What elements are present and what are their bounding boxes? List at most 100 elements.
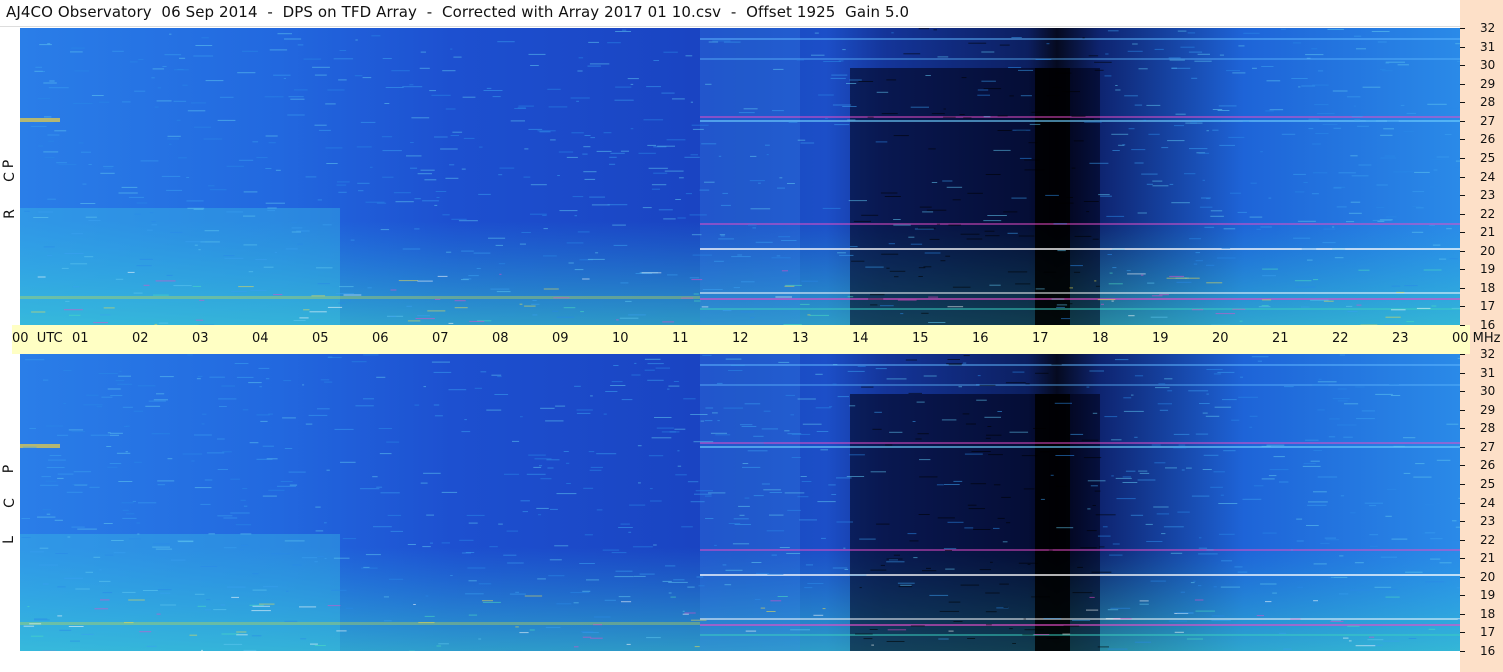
mhz-tick: 22 — [1460, 207, 1500, 221]
spectrogram-speckle — [425, 595, 429, 597]
spectrogram-speckle — [590, 466, 603, 468]
spectrogram-speckle — [1412, 206, 1421, 208]
mhz-tick-label: 30 — [1480, 58, 1496, 73]
utc-tick-label: 12 — [732, 331, 749, 346]
spectrogram-speckle — [1415, 207, 1424, 209]
spectrogram-speckle — [1206, 393, 1209, 395]
spectrogram-speckle — [71, 47, 85, 49]
spectrogram-speckle — [1143, 119, 1147, 121]
spectrogram-speckle — [468, 522, 478, 524]
spectrogram-speckle — [331, 589, 347, 591]
spectrogram-speckle — [1424, 532, 1436, 534]
spectrogram-speckle — [56, 162, 67, 164]
spectrogram-speckle — [25, 359, 45, 361]
spectrogram-speckle — [94, 608, 109, 610]
spectrogram-speckle — [766, 154, 769, 156]
spectrogram-speckle — [986, 434, 1002, 436]
spectrogram-speckle — [1191, 309, 1204, 311]
spectrogram-speckle — [1379, 69, 1386, 71]
utc-tick-label: 22 — [1332, 331, 1349, 346]
spectrogram-speckle — [1317, 113, 1335, 115]
spectrogram-speckle — [1105, 53, 1109, 55]
spectrogram-speckle — [161, 175, 181, 177]
tick-mark — [1460, 409, 1465, 411]
spectrogram-speckle — [1070, 433, 1084, 435]
spectrogram-speckle — [137, 533, 140, 535]
spectrogram-speckle — [1150, 316, 1168, 318]
mhz-tick: 17 — [1460, 299, 1500, 313]
spectrogram-speckle — [532, 314, 538, 316]
spectrogram-speckle — [797, 398, 816, 400]
spectrogram-speckle — [230, 478, 240, 480]
spectrogram-speckle — [769, 514, 784, 516]
spectrogram-speckle — [99, 569, 102, 571]
spectrogram-speckle — [728, 523, 741, 524]
spectrogram-speckle — [1434, 159, 1443, 161]
spectrogram-speckle — [1034, 634, 1050, 635]
spectrogram-speckle — [464, 419, 467, 421]
spectrogram-speckle — [1439, 562, 1452, 564]
spectrogram-speckle — [49, 80, 55, 82]
spectrogram-speckle — [613, 365, 619, 366]
interference-line — [700, 223, 1460, 225]
spectrogram-speckle — [987, 426, 992, 427]
spectrogram-speckle — [912, 421, 916, 422]
spectrogram-speckle — [1344, 403, 1359, 405]
spectrogram-speckle — [280, 481, 293, 482]
spectrogram-speckle — [1358, 164, 1372, 166]
spectrogram-speckle — [273, 294, 283, 296]
spectrogram-speckle — [1086, 386, 1090, 388]
spectrogram-speckle — [1210, 215, 1224, 217]
spectrogram-speckle — [1283, 648, 1292, 650]
mhz-tick-label: 22 — [1480, 532, 1496, 547]
spectrogram-speckle — [540, 407, 555, 409]
interference-line — [700, 308, 1460, 310]
spectrogram-speckle — [1327, 28, 1344, 30]
spectrogram-speckle — [345, 607, 353, 609]
spectrogram-speckle — [1202, 412, 1208, 414]
spectrogram-speckle — [30, 125, 47, 127]
spectrogram-speckle — [47, 198, 56, 200]
spectrogram-speckle — [1338, 593, 1349, 595]
mhz-tick-label: 21 — [1480, 225, 1496, 240]
spectrogram-speckle — [801, 481, 812, 482]
spectrogram-speckle — [1240, 376, 1243, 378]
spectrogram-speckle — [48, 140, 54, 142]
spectrogram-speckle — [924, 252, 941, 254]
spectrogram-speckle — [1173, 447, 1187, 449]
spectrogram-speckle — [859, 538, 876, 540]
spectrogram-speckle — [545, 420, 564, 422]
spectrogram-speckle — [953, 621, 963, 622]
spectrogram-speckle — [37, 516, 56, 518]
spectrogram-speckle — [284, 620, 298, 622]
spectrogram-speckle — [976, 384, 980, 386]
spectrogram-speckle — [354, 75, 363, 77]
spectrogram-speckle — [983, 116, 991, 118]
spectrogram-speckle — [1198, 547, 1208, 549]
spectrogram-speckle — [767, 573, 784, 575]
spectrogram-speckle — [886, 641, 905, 642]
spectrogram-speckle — [705, 407, 714, 409]
utc-tick-label: 06 — [372, 331, 389, 346]
spectrogram-speckle — [807, 314, 811, 316]
spectrogram-speckle — [1001, 496, 1011, 498]
spectrogram-speckle — [361, 567, 378, 569]
spectrogram-speckle — [576, 412, 591, 414]
spectrogram-speckle — [947, 359, 960, 360]
spectrogram-speckle — [647, 363, 664, 365]
mhz-tick-label: 29 — [1480, 402, 1496, 417]
spectrogram-speckle — [1195, 433, 1209, 435]
spectrogram-speckle — [420, 51, 426, 53]
spectrogram-speckle — [381, 136, 393, 138]
tick-mark — [1460, 483, 1465, 485]
spectrogram-speckle — [483, 90, 503, 91]
spectrogram-speckle — [871, 644, 874, 646]
mhz-tick-label: 19 — [1480, 588, 1496, 603]
spectrogram-speckle — [235, 524, 252, 526]
spectrogram-speckle — [1431, 305, 1437, 307]
spectrogram-speckle — [414, 404, 420, 406]
spectrogram-speckle — [692, 254, 713, 256]
spectrogram-speckle — [113, 552, 126, 554]
spectrogram-speckle — [1382, 640, 1400, 642]
spectrogram-speckle — [661, 431, 680, 433]
